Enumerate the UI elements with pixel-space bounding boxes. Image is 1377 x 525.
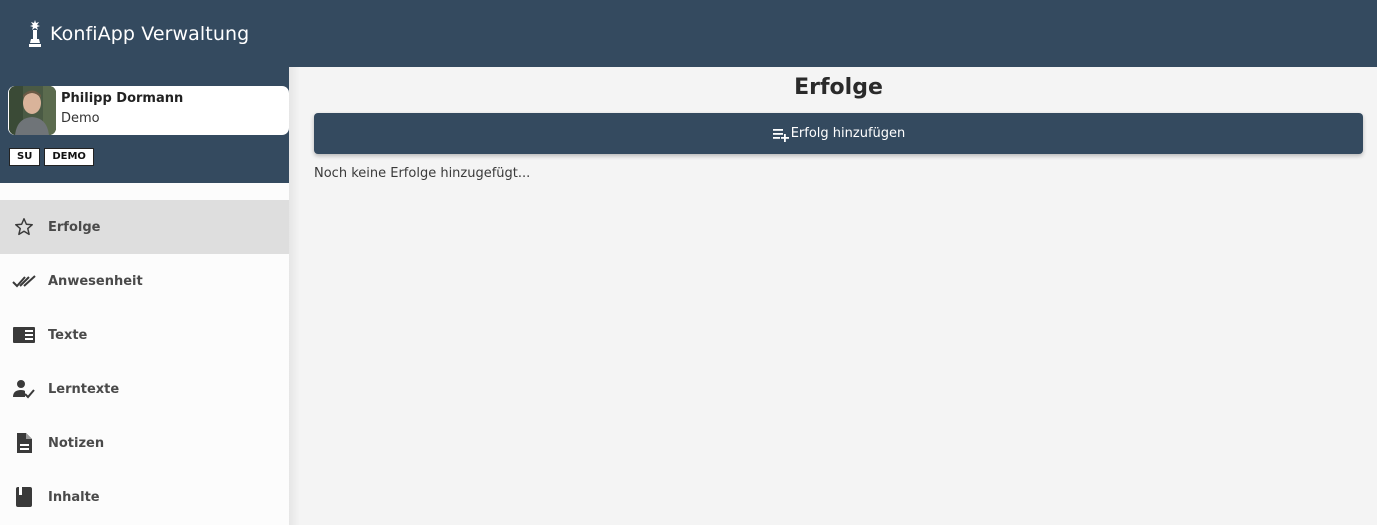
badge-su: SU <box>9 148 41 166</box>
person-check-icon <box>12 377 36 401</box>
add-button-label: Erfolg hinzufügen <box>790 126 906 141</box>
sidebar-item-inhalte[interactable]: Inhalte <box>0 470 289 524</box>
page-title: Erfolge <box>794 75 883 100</box>
sidebar-item-label: Texte <box>48 327 88 343</box>
badge-demo: DEMO <box>44 148 94 166</box>
chess-king-icon <box>26 19 44 49</box>
book-open-icon <box>12 323 36 347</box>
profile-card[interactable]: Philipp Dormann Demo <box>8 86 289 135</box>
sidebar-item-label: Lerntexte <box>48 381 120 397</box>
sidebar-item-lerntexte[interactable]: Lerntexte <box>0 362 289 416</box>
book-icon <box>12 485 36 509</box>
app-header: KonfiApp Verwaltung <box>0 0 1377 67</box>
empty-state-text: Noch keine Erfolge hinzugefügt... <box>314 166 531 181</box>
sidebar-item-notizen[interactable]: Notizen <box>0 416 289 470</box>
badge-list: SU DEMO <box>9 148 94 166</box>
main-content: Erfolge Erfolg hinzufügen Noch keine Erf… <box>300 67 1377 525</box>
playlist-add-icon <box>772 125 790 143</box>
sidebar-item-texte[interactable]: Texte <box>0 308 289 362</box>
avatar <box>9 86 56 135</box>
sidebar-item-anwesenheit[interactable]: Anwesenheit <box>0 254 289 308</box>
sidebar: Philipp Dormann Demo SU DEMO Erfolge Anw… <box>0 67 289 525</box>
star-outline-icon <box>12 215 36 239</box>
sidebar-item-label: Inhalte <box>48 489 100 505</box>
app-title: KonfiApp Verwaltung <box>50 22 250 45</box>
add-erfolg-button[interactable]: Erfolg hinzufügen <box>314 113 1363 154</box>
sidebar-item-label: Anwesenheit <box>48 273 143 289</box>
sidebar-item-label: Notizen <box>48 435 105 451</box>
profile-panel: Philipp Dormann Demo SU DEMO <box>0 67 289 183</box>
sidebar-item-erfolge[interactable]: Erfolge <box>0 200 289 254</box>
document-icon <box>12 431 36 455</box>
profile-role: Demo <box>61 111 100 126</box>
sidebar-nav: Erfolge Anwesenheit Texte Lerntexte Noti… <box>0 200 289 524</box>
sidebar-divider <box>289 67 300 525</box>
double-check-icon <box>12 269 36 293</box>
profile-name: Philipp Dormann <box>61 91 184 106</box>
sidebar-item-label: Erfolge <box>48 219 101 235</box>
